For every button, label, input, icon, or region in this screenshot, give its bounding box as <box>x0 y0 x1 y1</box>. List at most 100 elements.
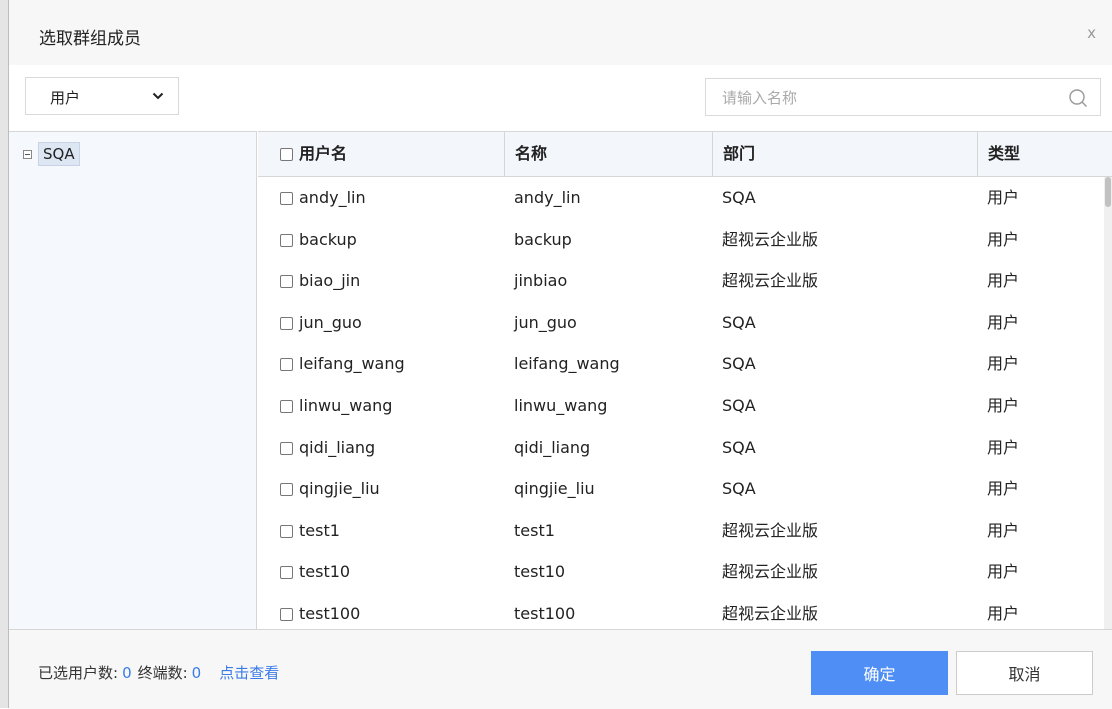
department-cell: 超视云企业版 <box>722 603 819 623</box>
row-checkbox[interactable] <box>280 524 293 538</box>
confirm-button[interactable]: 确定 <box>811 651 948 695</box>
dialog-footer: 已选用户数: 0 终端数: 0 点击查看 确定 取消 <box>9 629 1112 709</box>
close-icon[interactable]: x <box>1087 24 1096 42</box>
column-header-name: 名称 <box>504 132 712 176</box>
username-cell: andy_lin <box>280 177 366 219</box>
row-checkbox[interactable] <box>280 358 293 372</box>
table-row[interactable]: jun_guo jun_guo SQA 用户 <box>258 302 1112 344</box>
tree-node-label[interactable]: SQA <box>38 142 80 166</box>
table-row[interactable]: qingjie_liu qingjie_liu SQA 用户 <box>258 468 1112 510</box>
table-row[interactable]: andy_lin andy_lin SQA 用户 <box>258 177 1112 219</box>
search-box <box>705 78 1101 117</box>
department-cell: SQA <box>722 354 756 374</box>
table-row[interactable]: test1 test1 超视云企业版 用户 <box>258 510 1112 552</box>
username-text: test100 <box>299 603 361 623</box>
username-cell: biao_jin <box>280 260 360 302</box>
username-cell: leifang_wang <box>280 343 405 385</box>
table-row[interactable]: backup backup 超视云企业版 用户 <box>258 219 1112 261</box>
terminals-count: 0 <box>191 664 202 682</box>
username-cell: backup <box>280 219 357 261</box>
department-cell: 超视云企业版 <box>722 271 819 291</box>
member-type-value: 用户 <box>50 89 81 107</box>
username-text: test1 <box>299 520 340 540</box>
username-text: backup <box>299 229 357 249</box>
name-cell: test1 <box>514 520 555 540</box>
member-table: 用户名 名称 部门 类型 andy_lin andy_lin SQA 用户 ba… <box>258 131 1112 630</box>
row-checkbox[interactable] <box>280 607 293 621</box>
row-checkbox[interactable] <box>280 316 293 330</box>
username-text: linwu_wang <box>299 395 393 415</box>
collapse-icon[interactable] <box>23 149 32 159</box>
dialog-titlebar: 选取群组成员 x <box>9 0 1112 65</box>
selected-users-label: 已选用户数: <box>38 664 119 682</box>
table-row[interactable]: biao_jin jinbiao 超视云企业版 用户 <box>258 260 1112 302</box>
selected-users-count: 0 <box>122 664 132 682</box>
username-text: biao_jin <box>299 271 361 291</box>
tree-node-sqa[interactable]: SQA <box>23 142 80 166</box>
username-text: qidi_liang <box>299 437 376 457</box>
row-checkbox[interactable] <box>280 275 293 289</box>
username-cell: linwu_wang <box>280 385 392 427</box>
type-cell: 用户 <box>987 437 1020 457</box>
search-input[interactable] <box>706 79 1064 117</box>
name-cell: test10 <box>514 562 566 582</box>
scrollbar-thumb[interactable] <box>1105 177 1111 207</box>
row-checkbox[interactable] <box>280 192 293 205</box>
select-group-members-dialog: 选取群组成员 x 用户 SQA 用户名 名称 部门 <box>9 0 1112 709</box>
name-cell: jun_guo <box>514 312 577 332</box>
cancel-button[interactable]: 取消 <box>956 651 1093 695</box>
username-cell: jun_guo <box>280 302 362 344</box>
select-all-checkbox[interactable] <box>280 148 293 161</box>
filter-toolbar: 用户 <box>9 65 1112 131</box>
type-cell: 用户 <box>987 562 1020 582</box>
username-cell: test100 <box>280 593 360 630</box>
row-checkbox[interactable] <box>280 399 293 413</box>
username-text: jun_guo <box>299 312 362 332</box>
selection-status: 已选用户数: 0 终端数: 0 点击查看 <box>38 662 279 683</box>
department-cell: SQA <box>722 437 756 457</box>
type-cell: 用户 <box>987 395 1020 415</box>
table-row[interactable]: test100 test100 超视云企业版 用户 <box>258 593 1112 630</box>
member-type-select[interactable]: 用户 <box>25 77 179 115</box>
name-cell: andy_lin <box>514 188 581 207</box>
column-header-department: 部门 <box>712 132 978 176</box>
username-cell: qingjie_liu <box>280 468 380 510</box>
username-cell: test1 <box>280 510 340 552</box>
table-row[interactable]: leifang_wang leifang_wang SQA 用户 <box>258 343 1112 385</box>
table-header: 用户名 名称 部门 类型 <box>258 132 1112 177</box>
department-cell: SQA <box>722 312 756 332</box>
username-cell: test10 <box>280 551 350 593</box>
column-header-label: 用户名 <box>299 144 348 163</box>
terminals-label: 终端数: <box>137 664 188 682</box>
row-checkbox[interactable] <box>280 441 293 455</box>
type-cell: 用户 <box>987 229 1020 249</box>
username-cell: qidi_liang <box>280 427 375 469</box>
username-text: andy_lin <box>299 188 366 207</box>
column-header-label: 名称 <box>515 144 548 163</box>
department-cell: 超视云企业版 <box>722 562 819 582</box>
row-checkbox[interactable] <box>280 483 293 497</box>
department-cell: SQA <box>722 188 756 207</box>
name-cell: qidi_liang <box>514 437 591 457</box>
table-row[interactable]: qidi_liang qidi_liang SQA 用户 <box>258 427 1112 469</box>
table-row[interactable]: linwu_wang linwu_wang SQA 用户 <box>258 385 1112 427</box>
vertical-scrollbar[interactable] <box>1104 177 1112 630</box>
row-checkbox[interactable] <box>280 233 293 247</box>
view-selected-link[interactable]: 点击查看 <box>219 664 279 682</box>
table-row[interactable]: test10 test10 超视云企业版 用户 <box>258 551 1112 593</box>
search-icon[interactable] <box>1068 88 1088 108</box>
type-cell: 用户 <box>987 271 1020 291</box>
department-cell: 超视云企业版 <box>722 229 819 249</box>
type-cell: 用户 <box>987 479 1020 499</box>
type-cell: 用户 <box>987 603 1020 623</box>
department-cell: SQA <box>722 479 756 499</box>
username-text: qingjie_liu <box>299 479 380 499</box>
background-window-edge <box>0 0 9 708</box>
username-text: leifang_wang <box>299 354 405 374</box>
name-cell: test100 <box>514 603 576 623</box>
type-cell: 用户 <box>987 188 1020 207</box>
row-checkbox[interactable] <box>280 566 293 580</box>
username-text: test10 <box>299 562 351 582</box>
column-header-type: 类型 <box>977 132 1112 176</box>
dialog-title: 选取群组成员 <box>39 29 141 49</box>
